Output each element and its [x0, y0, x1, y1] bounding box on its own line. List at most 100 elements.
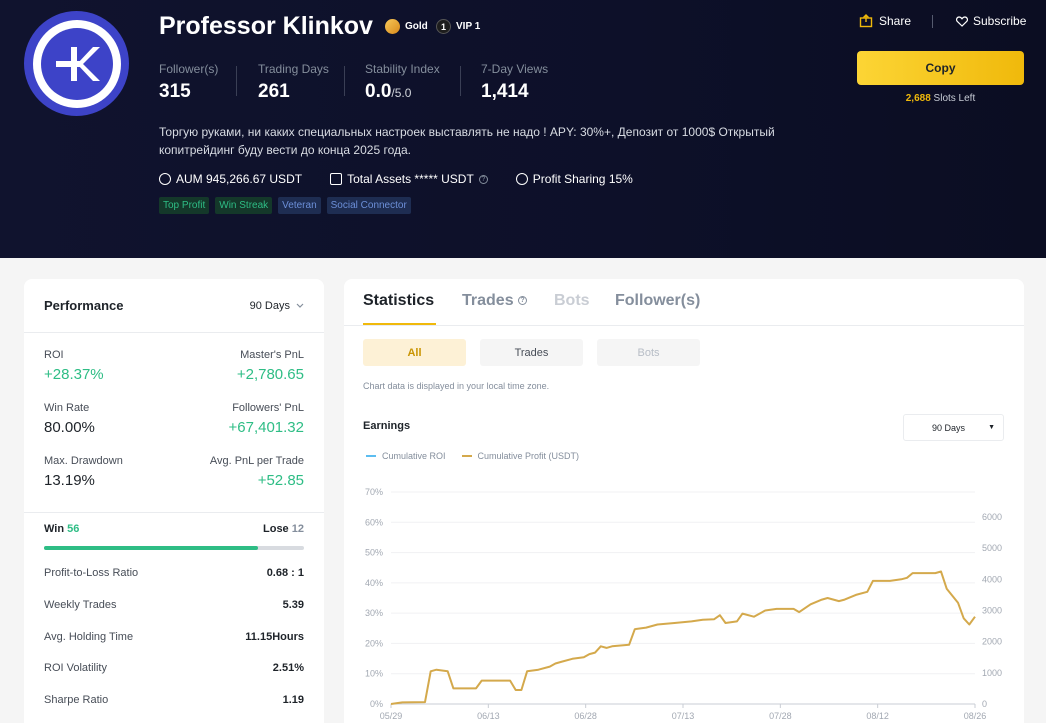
- caret-down-icon: ▼: [988, 424, 995, 431]
- earnings-chart: 0% 10% 20% 30% 40% 50% 60% 70% 0 1000 2000 3000 4000…: [365, 487, 1002, 721]
- stat-row: Avg. Holding Time 11.15Hours: [44, 631, 304, 643]
- trader-tags: Top Profit Win Streak Veteran Social Con…: [159, 197, 411, 214]
- x-tick: 06/28: [574, 711, 597, 721]
- stat-value: 315: [159, 81, 191, 102]
- aum-metric: AUM 945,266.67 USDT: [159, 172, 302, 186]
- chevron-down-icon: [296, 303, 304, 308]
- y-right-tick: 0: [982, 699, 987, 709]
- stat-row: ROI Volatility 2.51%: [44, 662, 304, 674]
- gold-badge: Gold: [385, 19, 428, 34]
- followers-pnl-value: +67,401.32: [228, 419, 305, 436]
- subscribe-button[interactable]: Subscribe: [956, 14, 1026, 28]
- y-right-tick: 6000: [982, 512, 1002, 522]
- tag: Win Streak: [215, 197, 273, 214]
- win-lose-summary: Win 56 Lose 12: [44, 523, 304, 535]
- win-lose-bar: [44, 546, 304, 550]
- profit-series-line: [390, 570, 976, 705]
- tab-trades[interactable]: Trades ?: [462, 292, 528, 310]
- stat-row: Profit-to-Loss Ratio 0.68 : 1: [44, 567, 304, 579]
- timezone-note: Chart data is displayed in your local ti…: [363, 381, 550, 391]
- tab-bots[interactable]: Bots: [554, 292, 590, 310]
- pie-icon: [515, 173, 528, 185]
- performance-panel: Performance 90 Days ROI +28.37% Master's …: [24, 279, 324, 723]
- vip-badge: 1 VIP 1: [436, 19, 480, 34]
- tab-followers[interactable]: Follower(s): [615, 292, 700, 310]
- y-left-tick: 30%: [365, 608, 383, 618]
- stat-value: 0.0/5.0: [365, 81, 412, 102]
- roi-value: +28.37%: [44, 366, 104, 383]
- x-tick: 06/13: [477, 711, 500, 721]
- subtab-trades[interactable]: Trades: [480, 339, 583, 366]
- y-left-tick: 0%: [370, 699, 383, 709]
- x-tick: 07/28: [769, 711, 792, 721]
- tag: Social Connector: [326, 197, 411, 214]
- gold-icon: [385, 19, 400, 34]
- stat-followers: Follower(s) 315: [159, 62, 218, 103]
- statistics-panel: Statistics Trades ? Bots Follower(s) All…: [344, 279, 1024, 723]
- x-tick: 08/26: [964, 711, 987, 721]
- subtab-all[interactable]: All: [363, 339, 466, 366]
- avg-pnl-value: +52.85: [257, 472, 304, 489]
- trader-name: Professor Klinkov: [159, 12, 373, 40]
- stat-trading-days: Trading Days 261: [258, 62, 329, 103]
- stat-7day-views: 7-Day Views 1,414: [481, 62, 548, 103]
- x-tick: 07/13: [672, 711, 695, 721]
- legend-roi[interactable]: Cumulative ROI: [366, 451, 446, 461]
- dollar-icon: [159, 173, 171, 185]
- y-left-tick: 50%: [365, 548, 383, 558]
- stat-label: Trading Days: [258, 62, 329, 76]
- main-tabs: Statistics Trades ? Bots Follower(s): [344, 279, 1024, 326]
- y-right-tick: 5000: [982, 543, 1002, 553]
- perf-row: Max. Drawdown 13.19% Avg. PnL per Trade +5…: [44, 455, 304, 489]
- stat-label: Follower(s): [159, 62, 219, 76]
- tab-statistics[interactable]: Statistics: [363, 292, 434, 310]
- performance-title: Performance: [44, 298, 124, 313]
- avatar: [24, 11, 129, 116]
- subtab-bots[interactable]: Bots: [597, 339, 700, 366]
- x-tick: 05/29: [380, 711, 403, 721]
- y-left-tick: 10%: [365, 669, 383, 679]
- y-right-tick: 4000: [982, 574, 1002, 584]
- x-tick: 08/12: [866, 711, 889, 721]
- stat-stability-index: Stability Index 0.0/5.0: [365, 62, 440, 103]
- share-icon: [859, 14, 873, 28]
- y-right-tick: 2000: [982, 637, 1002, 647]
- perf-row: ROI +28.37% Master's PnL +2,780.65: [44, 349, 304, 383]
- profit-sharing-metric: Profit Sharing 15%: [515, 172, 633, 186]
- drawdown-value: 13.19%: [44, 472, 95, 489]
- total-assets-metric: Total Assets ***** USDT ?: [330, 172, 488, 186]
- stat-value: 1,414: [481, 81, 529, 102]
- help-icon: ?: [518, 296, 528, 306]
- trader-header: Professor Klinkov Gold 1 VIP 1 Follower(…: [0, 0, 1046, 258]
- share-button[interactable]: Share: [859, 14, 911, 28]
- win-rate-value: 80.00%: [44, 419, 95, 436]
- period-dropdown[interactable]: 90 Days: [250, 300, 304, 312]
- legend-profit[interactable]: Cumulative Profit (USDT): [461, 451, 579, 461]
- y-left-tick: 20%: [365, 638, 383, 648]
- stat-label: Stability Index: [365, 62, 440, 76]
- trader-description: Торгую руками, ни каких специальных наст…: [159, 125, 775, 157]
- earnings-range-dropdown[interactable]: 90 Days ▼: [903, 414, 1004, 441]
- stat-row: Sharpe Ratio 1.19: [44, 694, 304, 706]
- tag: Veteran: [278, 197, 321, 214]
- y-left-tick: 70%: [365, 487, 383, 497]
- master-pnl-value: +2,780.65: [236, 366, 304, 383]
- perf-row: Win Rate 80.00% Followers' PnL +67,401.32: [44, 402, 304, 436]
- stat-value: 261: [258, 81, 290, 102]
- trader-metrics: AUM 945,266.67 USDT Total Assets ***** U…: [159, 172, 661, 186]
- slots-left: 2,688 Slots Left: [905, 93, 976, 104]
- stat-label: 7-Day Views: [481, 62, 549, 76]
- tag: Top Profit: [159, 197, 210, 214]
- vip-label: VIP 1: [456, 21, 481, 32]
- gold-label: Gold: [405, 21, 428, 32]
- y-right-tick: 1000: [982, 668, 1002, 678]
- help-icon[interactable]: ?: [478, 174, 488, 184]
- heart-icon: [956, 15, 968, 27]
- y-left-tick: 60%: [365, 517, 383, 527]
- stat-row: Weekly Trades 5.39: [44, 599, 304, 611]
- vip-icon: 1: [436, 19, 451, 34]
- copy-button[interactable]: Copy: [857, 51, 1024, 85]
- k-logo-icon: [55, 46, 100, 81]
- y-left-tick: 40%: [365, 578, 383, 588]
- wallet-icon: [330, 173, 343, 185]
